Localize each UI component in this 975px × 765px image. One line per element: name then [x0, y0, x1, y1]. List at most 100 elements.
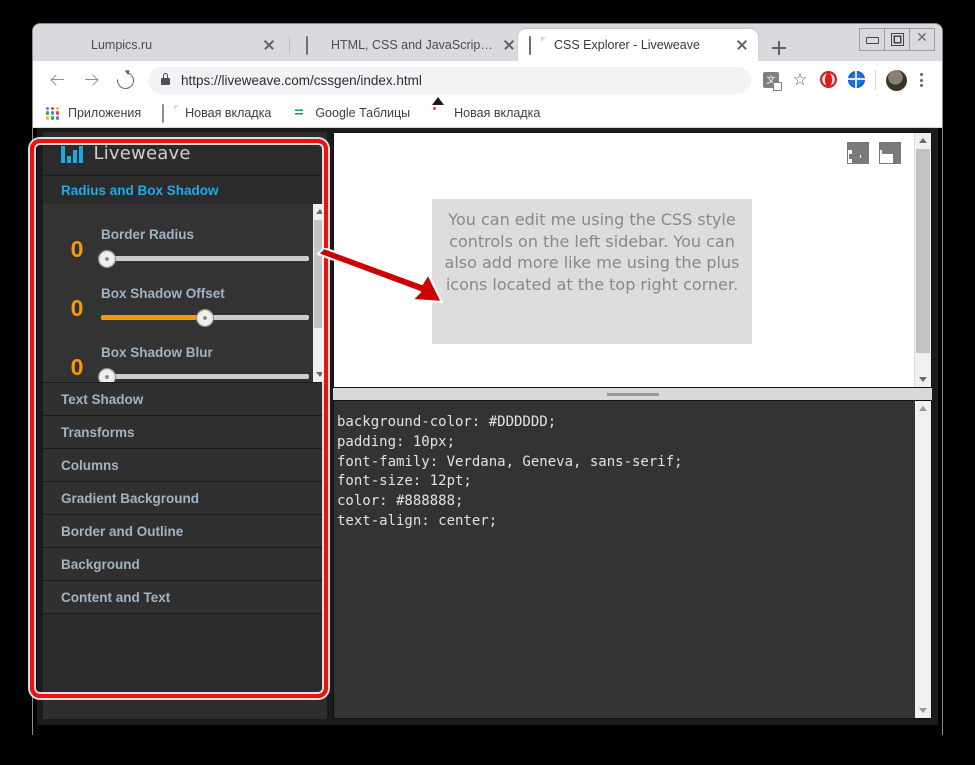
sidebar-item-background[interactable]: Background — [43, 548, 327, 581]
add-element-button[interactable] — [847, 142, 869, 164]
back-icon[interactable] — [43, 65, 73, 95]
bookmark-apps[interactable]: Приложения — [45, 105, 141, 121]
close-window-button[interactable]: ✕ — [909, 28, 935, 51]
tab-strip: Lumpics.ru HTML, CSS and JavaScript demo… — [33, 24, 942, 61]
box-shadow-blur-label: Box Shadow Blur — [101, 345, 213, 360]
minimize-button[interactable] — [859, 28, 885, 51]
translate-glyph: 文 — [763, 72, 782, 91]
scroll-down-icon[interactable] — [313, 367, 327, 382]
scroll-up-icon[interactable] — [915, 133, 931, 148]
bookmark-new-tab-1[interactable]: Новая вкладка — [162, 104, 272, 123]
scrollbar-thumb[interactable] — [314, 220, 326, 328]
liveweave-logo-icon — [61, 144, 83, 163]
tab-close-icon[interactable] — [732, 35, 752, 55]
sidebar-item-content-and-text[interactable]: Content and Text — [43, 581, 327, 614]
sidebar-item-gradient-background[interactable]: Gradient Background — [43, 482, 327, 515]
control-border-radius: 0 Border Radius — [43, 218, 327, 267]
box-shadow-offset-slider[interactable] — [101, 310, 309, 326]
orange-circle-icon — [66, 37, 82, 53]
brand-name: Liveweave — [93, 143, 191, 164]
bookmark-label: Приложения — [68, 106, 142, 120]
bookmark-label: Google Таблицы — [315, 106, 411, 120]
box-shadow-offset-label: Box Shadow Offset — [101, 286, 225, 301]
right-panel: You can edit me using the CSS style cont… — [333, 132, 932, 719]
avatar-icon[interactable] — [886, 69, 907, 91]
window-controls: ✕ — [859, 28, 935, 51]
screenshot-root: Lumpics.ru HTML, CSS and JavaScript demo… — [0, 0, 975, 765]
bookmark-star-icon[interactable]: ☆ — [787, 67, 813, 93]
slider-knob[interactable] — [197, 310, 213, 326]
sidebar-item-label: Content and Text — [61, 589, 171, 605]
editor-scrollbar[interactable] — [915, 401, 931, 718]
opera-extension-icon[interactable] — [815, 67, 841, 93]
slider-knob[interactable] — [99, 369, 116, 382]
preview-toolbar — [847, 142, 901, 164]
pane-splitter[interactable] — [333, 388, 932, 400]
slider-track — [101, 256, 309, 261]
star-glyph: ☆ — [792, 70, 808, 90]
css-code-text[interactable]: background-color: #DDDDDD; padding: 10px… — [334, 401, 931, 532]
browser-tab-1[interactable]: HTML, CSS and JavaScript demo — [295, 29, 525, 61]
sheets-icon — [292, 105, 308, 121]
scroll-down-icon[interactable] — [915, 372, 931, 387]
menu-kebab-icon[interactable] — [910, 67, 932, 93]
address-bar[interactable]: https://liveweave.com/cssgen/index.html — [148, 66, 751, 94]
slider-knob[interactable] — [99, 251, 116, 267]
sidebar-item-label: Border and Outline — [61, 523, 184, 539]
bookmark-label: Новая вкладка — [454, 106, 541, 120]
sidebar-item-border-and-outline[interactable]: Border and Outline — [43, 515, 327, 548]
slider-track — [101, 374, 309, 379]
page-icon — [529, 36, 545, 55]
border-radius-value: 0 — [70, 236, 84, 262]
new-tab-button[interactable] — [766, 35, 792, 61]
scroll-up-icon[interactable] — [915, 401, 931, 416]
tab-separator — [289, 37, 290, 53]
bookmark-label: Новая вкладка — [185, 106, 272, 120]
scroll-down-icon[interactable] — [915, 703, 931, 718]
sidebar-item-label: Text Shadow — [61, 391, 144, 407]
browser-toolbar: https://liveweave.com/cssgen/index.html … — [33, 61, 942, 99]
slider-fill — [101, 315, 205, 320]
tab-close-icon[interactable] — [499, 35, 519, 55]
remove-element-button[interactable] — [879, 142, 901, 164]
preview-scrollbar[interactable] — [914, 133, 931, 387]
translate-icon[interactable]: 文 — [759, 67, 785, 93]
box-shadow-blur-slider[interactable] — [99, 369, 309, 382]
controls-scrollbar[interactable] — [313, 204, 327, 382]
liveweave-css-explorer: Liveweave Radius and Box Shadow 0 Border… — [37, 128, 938, 725]
globe-extension-icon[interactable] — [843, 67, 869, 93]
reload-icon[interactable] — [109, 65, 139, 95]
bookmark-new-tab-2[interactable]: Новая вкладка — [431, 105, 540, 121]
apps-grid-icon — [45, 105, 61, 121]
css-code-editor[interactable]: background-color: #DDDDDD; padding: 10px… — [333, 400, 932, 719]
section-header-radius-and-box-shadow[interactable]: Radius and Box Shadow — [43, 176, 327, 205]
splitter-grip-icon[interactable] — [606, 393, 659, 396]
sidebar-footer — [43, 695, 327, 719]
box-shadow-blur-value: 0 — [70, 354, 84, 380]
sidebar-item-columns[interactable]: Columns — [43, 449, 327, 482]
scroll-up-icon[interactable] — [313, 204, 327, 219]
controls-panel: 0 Border Radius 0 Box Shadow Offset 0 Bo… — [43, 204, 327, 383]
preview-pane: You can edit me using the CSS style cont… — [333, 132, 932, 388]
sidebar: Liveweave Radius and Box Shadow 0 Border… — [43, 132, 327, 719]
demo-element[interactable]: You can edit me using the CSS style cont… — [432, 199, 752, 344]
brand-header: Liveweave — [43, 132, 327, 176]
scrollbar-thumb[interactable] — [916, 149, 930, 353]
browser-tab-2[interactable]: CSS Explorer - Liveweave — [518, 29, 758, 61]
maximize-button[interactable] — [884, 28, 910, 51]
forward-icon[interactable] — [76, 65, 106, 95]
border-radius-label: Border Radius — [101, 227, 195, 242]
border-radius-slider[interactable] — [99, 251, 309, 267]
sidebar-item-label: Columns — [61, 457, 119, 473]
tab-close-icon[interactable] — [259, 35, 279, 55]
toolbar-divider — [875, 70, 876, 90]
sidebar-item-text-shadow[interactable]: Text Shadow — [43, 383, 327, 416]
url-text: https://liveweave.com/cssgen/index.html — [181, 72, 422, 88]
page-icon — [162, 104, 178, 123]
image-icon — [431, 105, 447, 121]
sidebar-item-transforms[interactable]: Transforms — [43, 416, 327, 449]
sidebar-item-label: Gradient Background — [61, 490, 200, 506]
control-box-shadow-offset: 0 Box Shadow Offset — [43, 277, 327, 326]
browser-tab-0[interactable]: Lumpics.ru — [55, 29, 285, 61]
bookmark-google-sheets[interactable]: Google Таблицы — [292, 105, 410, 121]
